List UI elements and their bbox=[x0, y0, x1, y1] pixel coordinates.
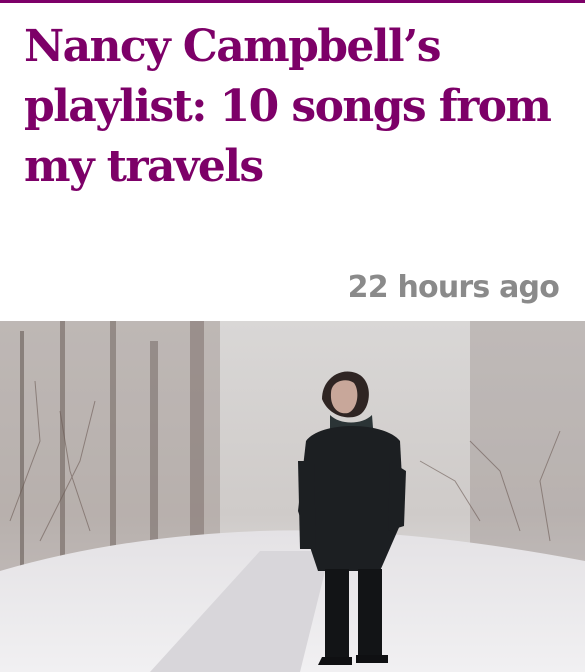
section-accent-rule bbox=[0, 0, 585, 3]
article-card[interactable]: Nancy Campbell’s playlist: 10 songs from… bbox=[0, 0, 585, 672]
article-photo[interactable] bbox=[0, 321, 585, 672]
article-timestamp: 22 hours ago bbox=[347, 270, 560, 305]
article-headline[interactable]: Nancy Campbell’s playlist: 10 songs from… bbox=[24, 17, 561, 197]
